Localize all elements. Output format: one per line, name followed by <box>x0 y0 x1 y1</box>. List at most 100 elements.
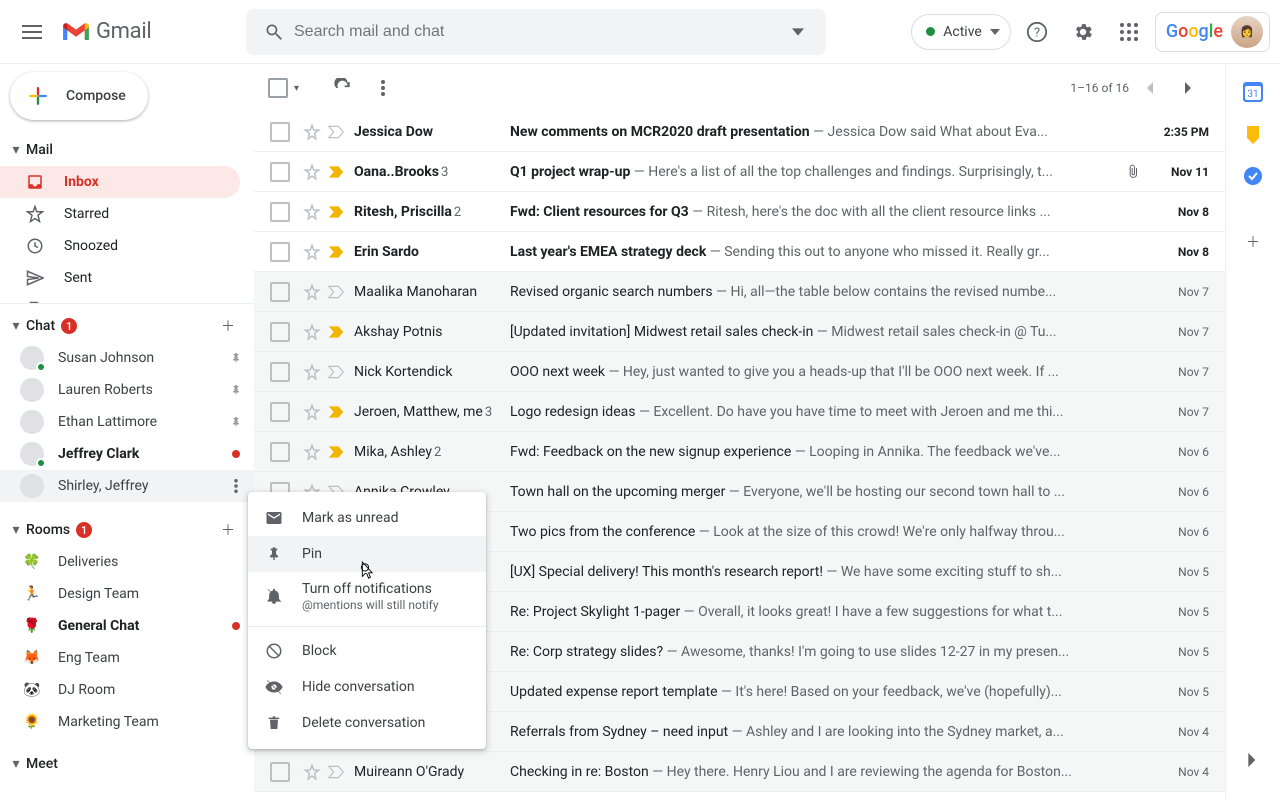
gmail-logo[interactable]: Gmail <box>56 19 238 44</box>
more-icon[interactable] <box>363 68 403 108</box>
star-icon[interactable] <box>300 323 324 341</box>
add-addon-icon[interactable]: ＋ <box>1233 222 1273 262</box>
more-icon[interactable] <box>226 479 246 493</box>
star-icon[interactable] <box>300 203 324 221</box>
room-name: Design Team <box>58 586 139 602</box>
row-checkbox[interactable] <box>270 402 290 422</box>
importance-icon[interactable] <box>324 765 348 779</box>
email-row[interactable]: Mika, Ashley2Fwd: Feedback on the new si… <box>254 432 1225 472</box>
calendar-icon[interactable]: 31 <box>1243 82 1263 102</box>
room-item[interactable]: 🌹General Chat <box>0 610 254 642</box>
star-icon[interactable] <box>300 283 324 301</box>
help-icon[interactable]: ? <box>1017 12 1057 52</box>
importance-icon[interactable] <box>324 245 348 259</box>
sidebar-item-sent[interactable]: Sent <box>0 262 240 294</box>
room-item[interactable]: 🌻Marketing Team <box>0 706 254 738</box>
next-page-icon[interactable] <box>1169 68 1209 108</box>
apps-icon[interactable] <box>1109 12 1149 52</box>
importance-icon[interactable] <box>324 365 348 379</box>
chat-item[interactable]: Shirley, Jeffrey <box>0 470 254 502</box>
row-checkbox[interactable] <box>270 202 290 222</box>
hide-icon <box>264 678 284 696</box>
room-item[interactable]: 🐼DJ Room <box>0 674 254 706</box>
chat-badge: 1 <box>61 318 77 334</box>
email-row[interactable]: Oana..Brooks3Q1 project wrap-upHere's a … <box>254 152 1225 192</box>
sidebar-item-drafts[interactable]: Drafts <box>0 294 240 304</box>
star-icon[interactable] <box>300 123 324 141</box>
star-icon[interactable] <box>300 163 324 181</box>
search-options-icon[interactable] <box>778 26 818 38</box>
prev-page-icon[interactable] <box>1129 68 1169 108</box>
room-item[interactable]: 🏃Design Team <box>0 578 254 610</box>
mail-section-header[interactable]: ▾ Mail <box>0 134 254 166</box>
star-icon[interactable] <box>300 363 324 381</box>
row-checkbox[interactable] <box>270 322 290 342</box>
room-item[interactable]: 🦊Eng Team <box>0 642 254 674</box>
ctx-turn-off-notifications[interactable]: Turn off notifications @mentions will st… <box>248 572 486 620</box>
svg-text:31: 31 <box>1247 89 1258 100</box>
select-all-checkbox[interactable]: ▾ <box>268 78 299 98</box>
sidebar-item-snoozed[interactable]: Snoozed <box>0 230 240 262</box>
email-row[interactable]: Akshay Potnis[Updated invitation] Midwes… <box>254 312 1225 352</box>
email-row[interactable]: Nick KortendickOOO next weekHey, just wa… <box>254 352 1225 392</box>
chat-item[interactable]: Lauren Roberts <box>0 374 254 406</box>
add-room-icon[interactable]: ＋ <box>214 516 242 544</box>
chat-item[interactable]: Susan Johnson <box>0 342 254 374</box>
ctx-pin[interactable]: Pin <box>248 536 486 572</box>
settings-icon[interactable] <box>1063 12 1103 52</box>
row-checkbox[interactable] <box>270 442 290 462</box>
expand-panel-icon[interactable] <box>1233 740 1273 780</box>
importance-icon[interactable] <box>324 405 348 419</box>
email-row[interactable]: Jeroen, Matthew, me3Logo redesign ideasE… <box>254 392 1225 432</box>
row-checkbox[interactable] <box>270 762 290 782</box>
tasks-icon[interactable] <box>1243 166 1263 186</box>
importance-icon[interactable] <box>324 285 348 299</box>
chat-name: Lauren Roberts <box>58 382 153 398</box>
chat-item[interactable]: Ethan Lattimore <box>0 406 254 438</box>
room-item[interactable]: 🍀Deliveries <box>0 546 254 578</box>
refresh-icon[interactable] <box>323 68 363 108</box>
row-checkbox[interactable] <box>270 282 290 302</box>
add-chat-icon[interactable]: ＋ <box>214 312 242 340</box>
sidebar-item-starred[interactable]: Starred <box>0 198 240 230</box>
row-checkbox[interactable] <box>270 242 290 262</box>
avatar[interactable]: 👩 <box>1231 16 1263 48</box>
email-row[interactable]: Maalika ManoharanRevised organic search … <box>254 272 1225 312</box>
email-row[interactable]: Muireann O'GradyChecking in re: BostonHe… <box>254 752 1225 792</box>
row-checkbox[interactable] <box>270 122 290 142</box>
search-box[interactable] <box>246 9 826 55</box>
sidebar-item-inbox[interactable]: Inbox <box>0 166 240 198</box>
ctx-hide-conversation[interactable]: Hide conversation <box>248 669 486 705</box>
avatar-icon <box>20 474 44 498</box>
email-row[interactable]: Erin SardoLast year's EMEA strategy deck… <box>254 232 1225 272</box>
importance-icon[interactable] <box>324 325 348 339</box>
star-icon[interactable] <box>300 403 324 421</box>
importance-icon[interactable] <box>324 445 348 459</box>
ctx-delete-conversation[interactable]: Delete conversation <box>248 705 486 741</box>
chat-item[interactable]: Jeffrey Clark <box>0 438 254 470</box>
chat-section-header[interactable]: ▾ Chat 1 ＋ <box>0 310 254 342</box>
compose-button[interactable]: Compose <box>10 72 148 120</box>
row-checkbox[interactable] <box>270 362 290 382</box>
google-account-chip[interactable]: Google 👩 <box>1155 12 1270 52</box>
importance-icon[interactable] <box>324 205 348 219</box>
meet-section-header[interactable]: ▾ Meet <box>0 748 254 780</box>
star-icon[interactable] <box>300 243 324 261</box>
keep-icon[interactable] <box>1243 124 1263 144</box>
star-icon[interactable] <box>300 763 324 781</box>
email-row[interactable]: Jessica DowNew comments on MCR2020 draft… <box>254 112 1225 152</box>
rooms-section-header[interactable]: ▾ Rooms 1 ＋ <box>0 514 254 546</box>
menu-icon[interactable] <box>8 8 56 56</box>
importance-icon[interactable] <box>324 165 348 179</box>
date: 2:35 PM <box>1151 125 1209 139</box>
row-checkbox[interactable] <box>270 162 290 182</box>
status-chip[interactable]: Active <box>911 14 1011 50</box>
ctx-block[interactable]: Block <box>248 633 486 669</box>
search-input[interactable] <box>294 23 778 41</box>
importance-icon[interactable] <box>324 125 348 139</box>
ctx-mark-unread[interactable]: Mark as unread <box>248 500 486 536</box>
star-icon[interactable] <box>300 443 324 461</box>
date: Nov 4 <box>1151 765 1209 779</box>
search-icon[interactable] <box>254 22 294 42</box>
email-row[interactable]: Ritesh, Priscilla2Fwd: Client resources … <box>254 192 1225 232</box>
